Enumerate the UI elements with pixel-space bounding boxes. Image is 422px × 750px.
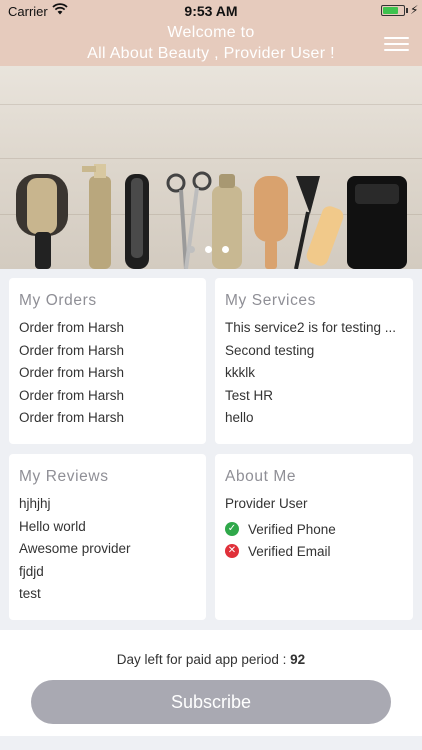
banner-carousel[interactable] — [0, 66, 422, 269]
hair-tools-image — [16, 164, 407, 269]
list-item[interactable]: hjhjhj — [19, 496, 197, 511]
list-item[interactable]: kkklk — [225, 365, 405, 380]
status-bar: Carrier 9:53 AM ⚡ — [0, 0, 422, 22]
list-item[interactable]: fjdjd — [19, 564, 197, 579]
orders-title: My Orders — [19, 292, 97, 309]
battery-cap — [406, 8, 408, 13]
list-item[interactable]: Order from Harsh — [19, 410, 197, 425]
subscribe-button[interactable]: Subscribe — [31, 680, 391, 724]
welcome-line-2: All About Beauty , Provider User ! — [87, 45, 335, 62]
subscription-footer: Day left for paid app period : 92 Subscr… — [0, 630, 422, 736]
list-item[interactable]: Order from Harsh — [19, 343, 197, 358]
list-item[interactable]: Order from Harsh — [19, 388, 197, 403]
list-item[interactable]: Test HR — [225, 388, 405, 403]
page-dot[interactable] — [205, 246, 212, 253]
lightning-bolt-icon: ⚡ — [410, 3, 419, 17]
battery-icon — [381, 5, 405, 16]
list-item[interactable]: This service2 is for testing ... — [225, 320, 405, 335]
days-left-label: Day left for paid app period : — [116, 652, 291, 667]
provider-name: Provider User — [225, 496, 308, 511]
verified-phone-label: Verified Phone — [248, 522, 336, 537]
list-item[interactable]: Second testing — [225, 343, 405, 358]
days-left-value: 92 — [290, 652, 306, 667]
carousel-page-indicator[interactable] — [188, 246, 238, 256]
verified-email-label: Verified Email — [248, 544, 331, 559]
about-title: About Me — [225, 468, 297, 485]
reviews-card[interactable]: My Reviews hjhjhj Hello world Awesome pr… — [9, 454, 206, 620]
list-item[interactable]: Awesome provider — [19, 541, 197, 556]
clock: 9:53 AM — [184, 3, 238, 19]
list-item[interactable]: Hello world — [19, 519, 197, 534]
check-circle-icon: ✓ — [225, 522, 239, 536]
orders-card[interactable]: My Orders Order from Harsh Order from Ha… — [9, 278, 206, 444]
page-dot[interactable] — [188, 246, 195, 253]
about-card[interactable]: About Me Provider User ✓ Verified Phone … — [215, 454, 413, 620]
welcome-line-1: Welcome to — [167, 24, 255, 41]
days-left-text: Day left for paid app period : 92 — [0, 652, 422, 667]
list-item[interactable]: Order from Harsh — [19, 365, 197, 380]
list-item[interactable]: Order from Harsh — [19, 320, 197, 335]
welcome-title: Welcome to All About Beauty , Provider U… — [0, 22, 422, 64]
list-item[interactable]: hello — [225, 410, 405, 425]
hamburger-menu-icon[interactable] — [384, 36, 409, 52]
services-card[interactable]: My Services This service2 is for testing… — [215, 278, 413, 444]
reviews-title: My Reviews — [19, 468, 109, 485]
app-header: Carrier 9:53 AM ⚡ Welcome to All About B… — [0, 0, 422, 66]
x-circle-icon: ✕ — [225, 544, 239, 558]
services-title: My Services — [225, 292, 317, 309]
page-dot[interactable] — [222, 246, 229, 253]
list-item[interactable]: test — [19, 586, 197, 601]
